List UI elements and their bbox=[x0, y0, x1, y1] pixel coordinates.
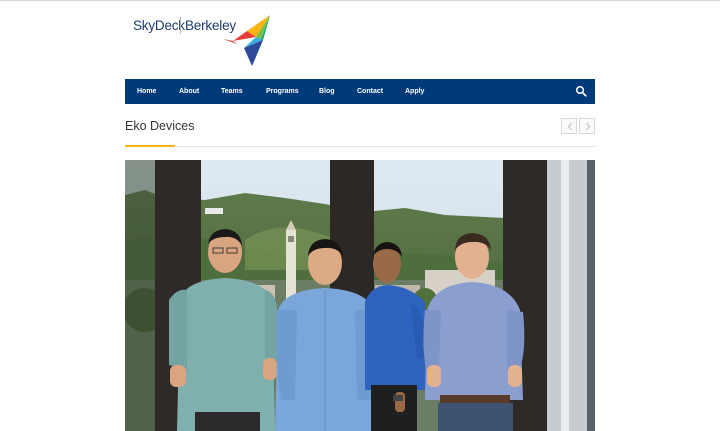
nav-item-home[interactable]: Home bbox=[137, 79, 156, 104]
logo-divider bbox=[180, 17, 181, 34]
chevron-right-icon bbox=[586, 122, 591, 131]
nav-item-programs[interactable]: Programs bbox=[266, 79, 299, 104]
nav-item-about[interactable]: About bbox=[179, 79, 199, 104]
logo-brand: SkyDeck bbox=[133, 18, 185, 33]
title-accent-bar bbox=[125, 145, 175, 147]
nav-item-teams[interactable]: Teams bbox=[221, 79, 243, 104]
team-photo-illustration bbox=[125, 160, 595, 431]
chevron-left-icon bbox=[567, 122, 572, 131]
logo-wordmark: SkyDeckBerkeley bbox=[133, 18, 236, 33]
paper-plane-icon bbox=[223, 15, 270, 66]
previous-button[interactable] bbox=[561, 118, 577, 134]
page-title: Eko Devices bbox=[125, 119, 195, 133]
nav-item-blog[interactable]: Blog bbox=[319, 79, 335, 104]
search-icon[interactable] bbox=[575, 85, 587, 97]
main-nav: Home About Teams Programs Blog Contact A… bbox=[125, 79, 595, 104]
nav-item-contact[interactable]: Contact bbox=[357, 79, 383, 104]
next-button[interactable] bbox=[579, 118, 595, 134]
top-rule bbox=[0, 0, 720, 1]
skydeck-berkeley-logo[interactable]: SkyDeckBerkeley bbox=[133, 14, 273, 68]
team-photo bbox=[125, 160, 595, 431]
nav-item-apply[interactable]: Apply bbox=[405, 79, 424, 104]
title-divider bbox=[125, 146, 595, 147]
